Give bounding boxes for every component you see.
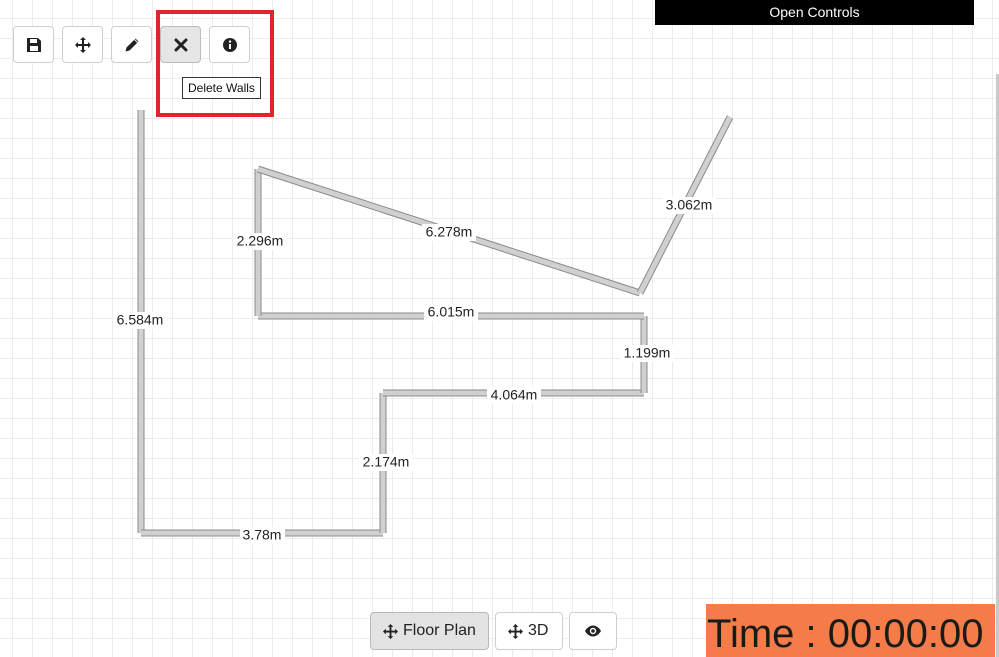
dimension-label: 6.015m	[428, 304, 475, 320]
wall-dimension-labels: 6.584m 3.78m 2.174m 4.064m 1.199m 6.015m…	[113, 197, 716, 544]
move-icon	[383, 623, 398, 639]
eye-icon	[585, 625, 601, 637]
open-controls-button[interactable]: Open Controls	[655, 0, 974, 25]
floor-plan-view-button[interactable]: Floor Plan	[370, 612, 489, 650]
move-button[interactable]	[62, 26, 103, 63]
view-switcher: Floor Plan 3D	[370, 612, 623, 650]
dimension-label: 3.78m	[243, 527, 282, 543]
3d-view-button[interactable]: 3D	[495, 612, 563, 650]
highlight-box	[156, 10, 274, 117]
save-icon	[26, 37, 41, 52]
floor-plan-label: Floor Plan	[403, 622, 476, 639]
walls[interactable]	[137, 110, 734, 537]
floor-plan-drawing[interactable]: 6.584m 3.78m 2.174m 4.064m 1.199m 6.015m…	[0, 0, 999, 657]
timer-display: Time : 00:00:00	[706, 604, 995, 657]
move-icon	[508, 623, 523, 639]
dimension-label: 6.278m	[426, 224, 473, 240]
3d-label: 3D	[528, 622, 549, 639]
draw-walls-button[interactable]	[111, 26, 152, 63]
dimension-label: 4.064m	[491, 387, 538, 403]
pencil-icon	[125, 38, 138, 51]
dimension-label: 2.296m	[237, 233, 284, 249]
dimension-label: 6.584m	[117, 312, 164, 328]
move-icon	[74, 36, 91, 53]
dimension-label: 3.062m	[666, 197, 713, 213]
preview-button[interactable]	[569, 612, 617, 650]
dimension-label: 2.174m	[363, 454, 410, 470]
delete-walls-tooltip: Delete Walls	[182, 77, 261, 99]
save-button[interactable]	[13, 26, 54, 63]
dimension-label: 1.199m	[624, 345, 671, 361]
